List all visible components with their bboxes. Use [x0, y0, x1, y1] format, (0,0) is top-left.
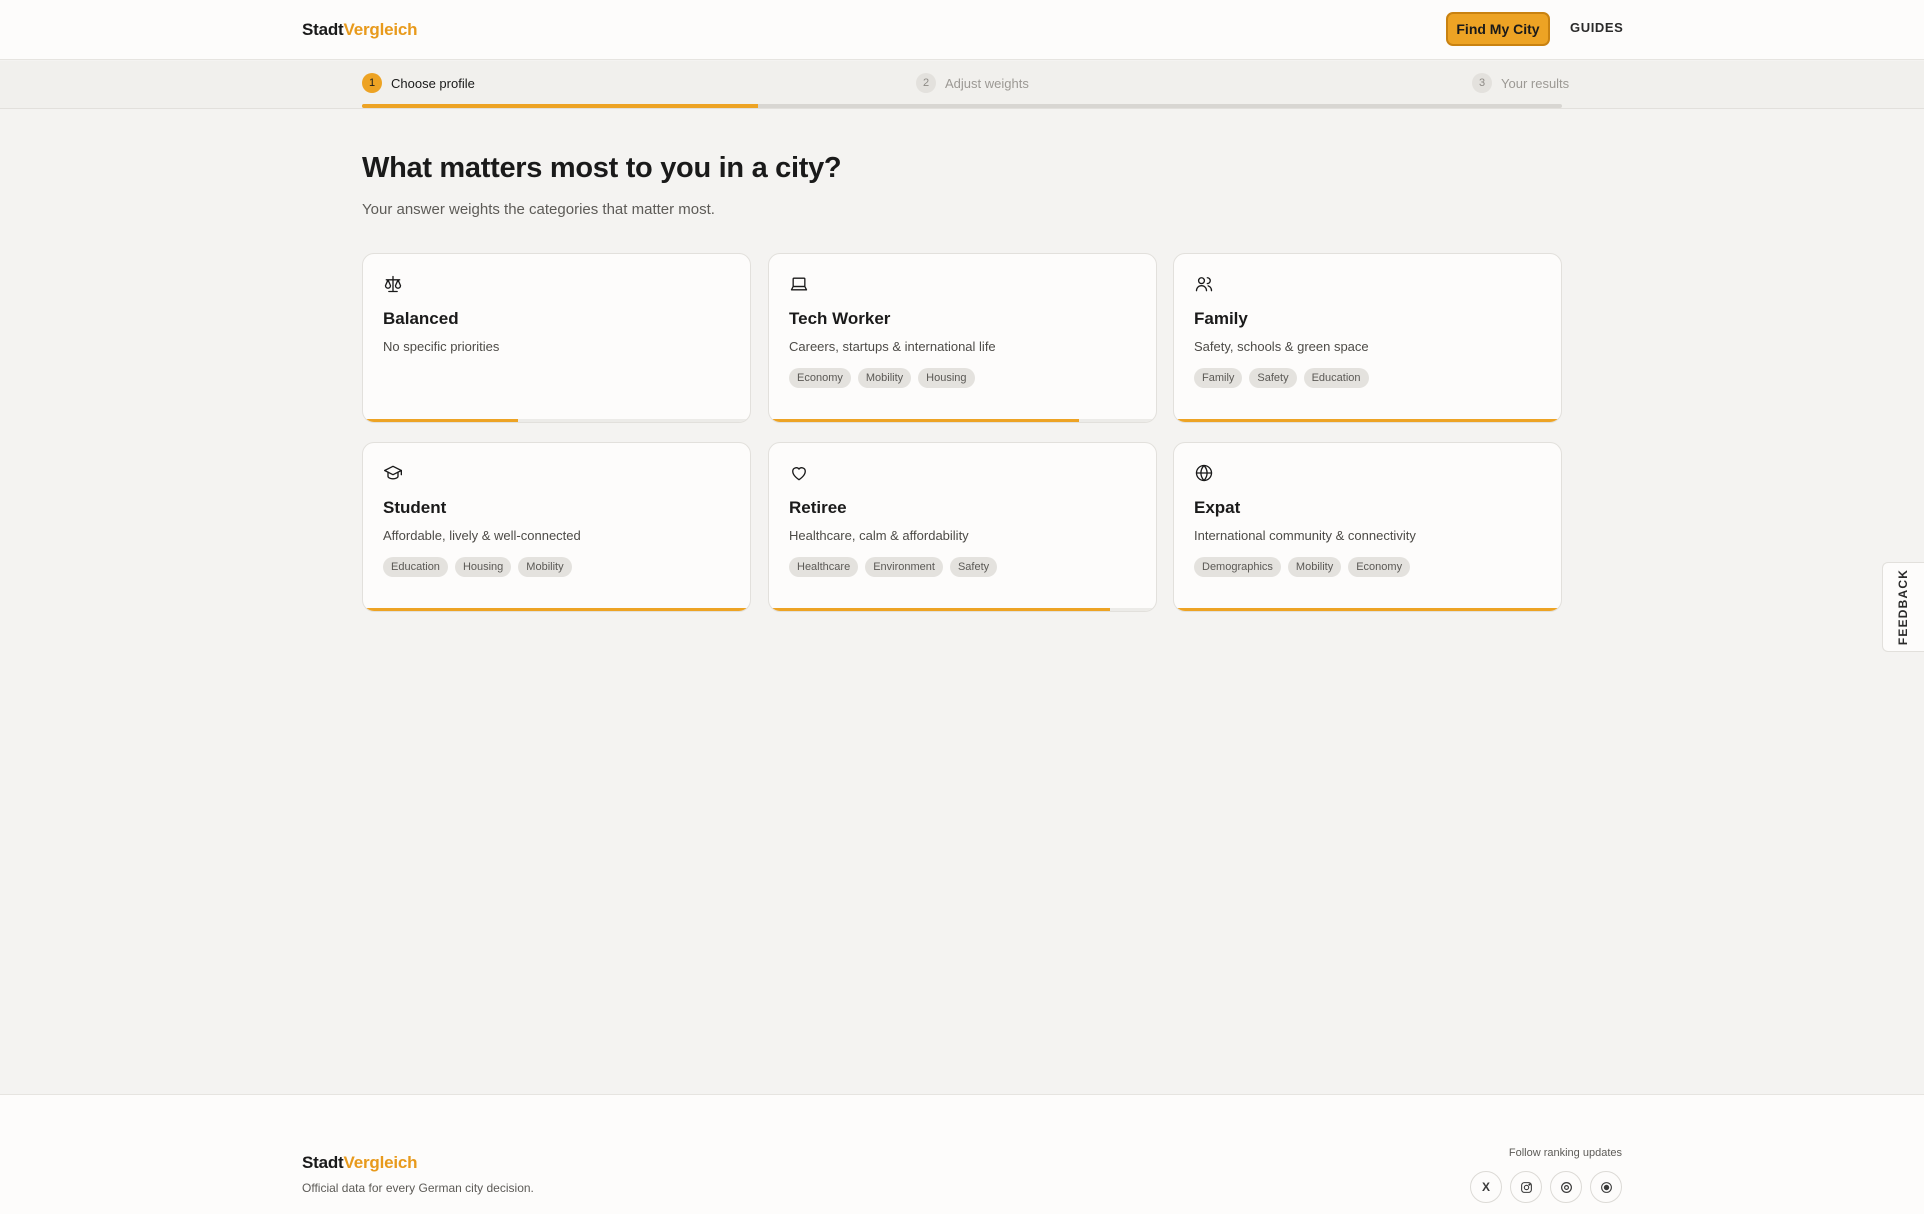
profile-weight-fill [769, 419, 1079, 422]
profile-weight-bar [363, 419, 750, 422]
scale-icon [384, 275, 402, 293]
profile-weight-bar [769, 608, 1156, 611]
profile-card-retiree[interactable]: Retiree Healthcare, calm & affordability… [768, 442, 1157, 612]
profile-description: No specific priorities [383, 339, 500, 354]
step-label: Choose profile [391, 75, 475, 91]
logo-text-stadt: Stadt [302, 20, 344, 39]
step-number: 2 [916, 73, 936, 93]
tag-chip: Economy [789, 368, 851, 388]
logo-text-vergleich: Vergleich [343, 20, 418, 39]
step-your-results[interactable]: 3 Your results [1472, 73, 1569, 93]
profile-weight-bar [1174, 608, 1561, 611]
globe-icon [1195, 464, 1213, 482]
site-logo[interactable]: StadtVergleich [302, 20, 418, 40]
tag-chip: Education [383, 557, 448, 577]
stepper-progress-track [362, 104, 1562, 108]
footer-logo[interactable]: StadtVergleich [302, 1153, 418, 1173]
step-label: Adjust weights [945, 75, 1029, 91]
page-title: What matters most to you in a city? [362, 152, 842, 184]
profile-name: Family [1194, 309, 1248, 328]
step-choose-profile[interactable]: 1 Choose profile [362, 73, 475, 93]
step-number: 1 [362, 73, 382, 93]
profile-card-expat[interactable]: Expat International community & connecti… [1173, 442, 1562, 612]
threads-icon[interactable] [1550, 1171, 1582, 1203]
tag-chip: Safety [1249, 368, 1297, 388]
profile-weight-bar [1174, 419, 1561, 422]
tag-chip: Family [1194, 368, 1243, 388]
footer-tagline: Official data for every German city deci… [302, 1181, 534, 1195]
profile-description: Healthcare, calm & affordability [789, 528, 969, 543]
profile-name: Student [383, 498, 447, 517]
follow-label: Follow ranking updates [1508, 1147, 1622, 1159]
profile-tags: Economy Mobility Housing [789, 368, 975, 388]
tag-chip: Mobility [1287, 557, 1342, 577]
x-icon[interactable]: X [1470, 1171, 1502, 1203]
tag-chip: Safety [949, 557, 998, 577]
feedback-tab[interactable]: FEEDBACK [1882, 562, 1924, 652]
profile-name: Expat [1194, 498, 1241, 517]
tag-chip: Demographics [1194, 557, 1281, 577]
profile-weight-fill [363, 608, 750, 611]
find-my-city-button[interactable]: Find My City [1446, 12, 1550, 46]
circle-dot-icon[interactable] [1590, 1171, 1622, 1203]
page-subtitle: Your answer weights the categories that … [362, 201, 715, 218]
profile-tags: Healthcare Environment Safety [789, 557, 998, 577]
tag-chip: Mobility [518, 557, 572, 577]
laptop-icon [790, 277, 808, 291]
profile-description: International community & connectivity [1194, 528, 1416, 543]
tag-chip: Healthcare [789, 557, 859, 577]
tag-chip: Education [1303, 368, 1369, 388]
profile-card-tech-worker[interactable]: Tech Worker Careers, startups & internat… [768, 253, 1157, 423]
guides-link[interactable]: GUIDES [1570, 20, 1623, 35]
step-adjust-weights[interactable]: 2 Adjust weights [916, 73, 1029, 93]
profile-card-balanced[interactable]: Balanced No specific priorities [362, 253, 751, 423]
feedback-label: FEEDBACK [1896, 568, 1911, 646]
graduation-cap-icon [384, 465, 402, 480]
profile-weight-fill [1174, 608, 1561, 611]
instagram-icon[interactable] [1510, 1171, 1542, 1203]
site-footer: StadtVergleich Official data for every G… [0, 1094, 1924, 1214]
profile-description: Safety, schools & green space [1194, 339, 1369, 354]
progress-stepper: 1 Choose profile 2 Adjust weights 3 Your… [0, 61, 1924, 109]
tag-chip: Economy [1348, 557, 1411, 577]
profile-tags: Education Housing Mobility [383, 557, 572, 577]
profile-name: Retiree [789, 498, 847, 517]
logo-text-stadt: Stadt [302, 1153, 344, 1172]
profile-tags: Demographics Mobility Economy [1194, 557, 1411, 577]
step-label: Your results [1501, 75, 1570, 91]
profile-name: Tech Worker [789, 309, 891, 328]
profile-weight-fill [769, 608, 1110, 611]
users-icon [1195, 277, 1213, 292]
tag-chip: Environment [865, 557, 943, 577]
site-header: StadtVergleich Find My City GUIDES [0, 0, 1924, 60]
social-links: X [1470, 1171, 1622, 1203]
tag-chip: Mobility [857, 368, 912, 388]
logo-text-vergleich: Vergleich [343, 1153, 418, 1172]
profile-tags: Family Safety Education [1194, 368, 1369, 388]
profile-weight-fill [1174, 419, 1561, 422]
profile-card-family[interactable]: Family Safety, schools & green space Fam… [1173, 253, 1562, 423]
profile-card-student[interactable]: Student Affordable, lively & well-connec… [362, 442, 751, 612]
profile-description: Careers, startups & international life [789, 339, 996, 354]
profile-description: Affordable, lively & well-connected [383, 528, 581, 543]
profile-weight-bar [363, 608, 750, 611]
tag-chip: Housing [454, 557, 512, 577]
profile-weight-bar [769, 419, 1156, 422]
stepper-progress-fill [362, 104, 758, 108]
step-number: 3 [1472, 73, 1492, 93]
tag-chip: Housing [918, 368, 975, 388]
profile-weight-fill [363, 419, 518, 422]
heart-icon [792, 467, 806, 481]
profile-name: Balanced [383, 309, 459, 328]
